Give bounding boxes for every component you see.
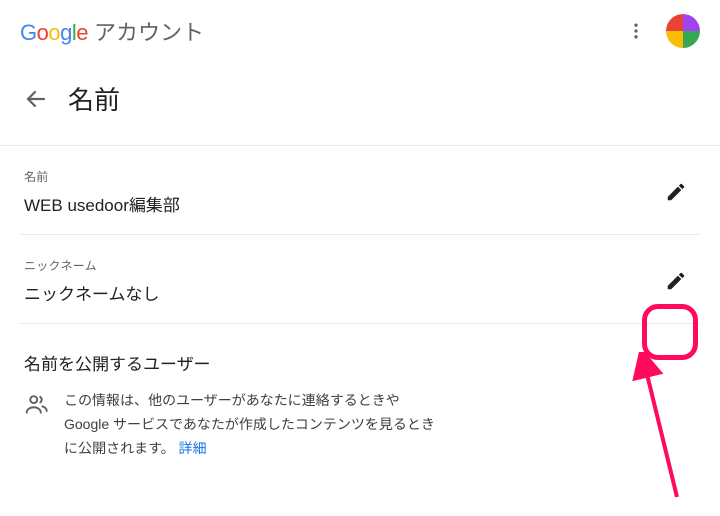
people-icon (24, 391, 50, 417)
visibility-details-link[interactable]: 詳細 (179, 440, 207, 456)
field-value: WEB usedoor編集部 (24, 191, 180, 216)
topbar-right (624, 14, 700, 48)
field-nickname: ニックネーム ニックネームなし (20, 235, 700, 324)
visibility-info: この情報は、他のユーザーがあなたに連絡するときや Google サービスであなた… (20, 389, 700, 480)
title-row: 名前 (0, 62, 720, 146)
back-button[interactable] (24, 87, 48, 111)
field-name: 名前 WEB usedoor編集部 (20, 146, 700, 235)
field-value: ニックネームなし (24, 280, 160, 305)
edit-name-button[interactable] (656, 172, 696, 212)
pencil-icon (665, 181, 687, 203)
page-title: 名前 (68, 80, 120, 117)
brand: Google アカウント (20, 15, 204, 47)
more-vert-icon[interactable] (624, 19, 648, 43)
edit-nickname-button[interactable] (656, 261, 696, 301)
pencil-icon (665, 270, 687, 292)
visibility-heading: 名前を公開するユーザー (20, 324, 700, 389)
content: 名前 WEB usedoor編集部 ニックネーム ニックネームなし 名前を公開す… (0, 146, 720, 480)
visibility-body: この情報は、他のユーザーがあなたに連絡するときや Google サービスであなた… (64, 392, 435, 456)
brand-suffix: アカウント (94, 15, 204, 47)
avatar[interactable] (666, 14, 700, 48)
google-logo: Google (20, 20, 88, 46)
visibility-text: この情報は、他のユーザーがあなたに連絡するときや Google サービスであなた… (64, 389, 444, 460)
field-label: 名前 (24, 168, 180, 185)
topbar: Google アカウント (0, 0, 720, 62)
field-label: ニックネーム (24, 257, 160, 274)
